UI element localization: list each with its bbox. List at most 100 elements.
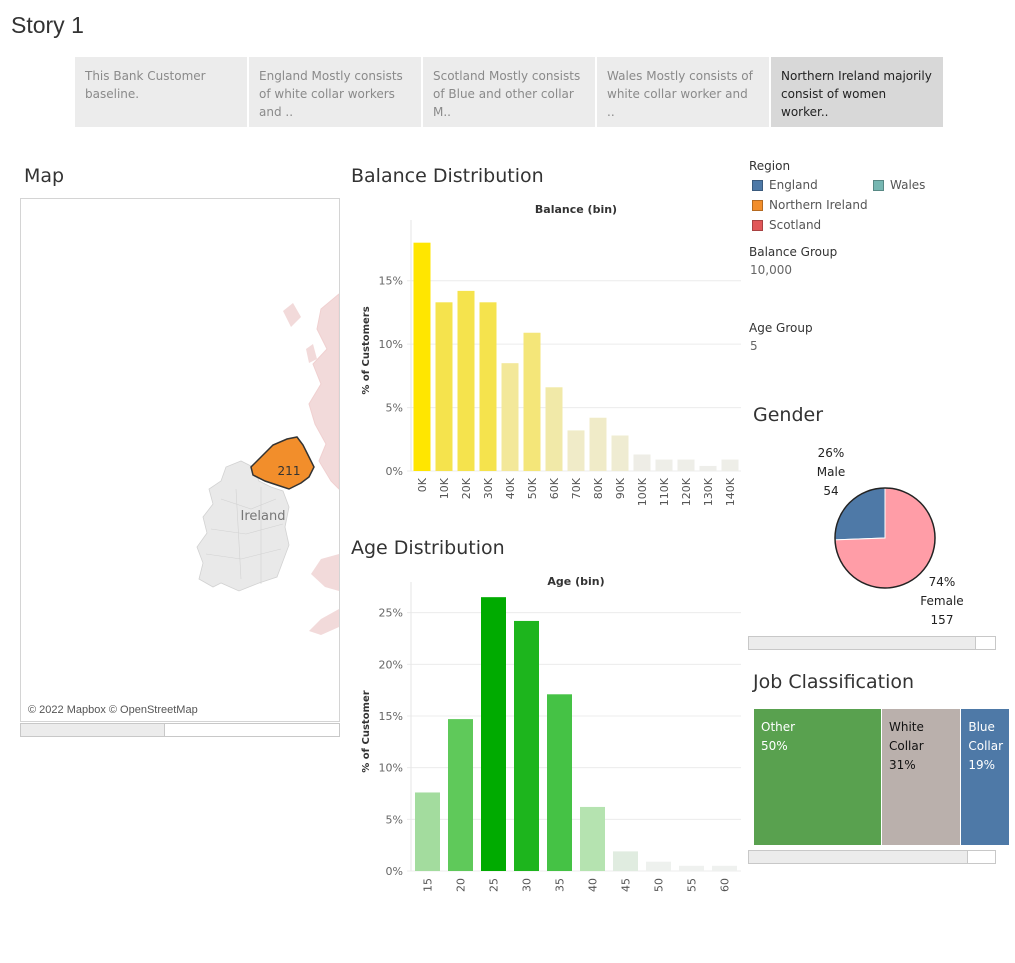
treemap-value: 31%: [889, 758, 916, 772]
x-tick-label: 60: [719, 878, 732, 892]
x-tick-label: 20K: [460, 477, 473, 499]
bar-10K[interactable]: [435, 302, 453, 471]
balance-group-label: Balance Group: [749, 245, 838, 259]
x-tick-label: 140K: [724, 477, 737, 506]
balance-distribution-chart: Balance (bin) % of Customers 0% 5% 10% 15% 0K 1…: [361, 203, 741, 506]
treemap-value: 50%: [761, 739, 788, 753]
y-tick-label: 10%: [379, 762, 403, 775]
y-axis-label: % of Customer: [361, 690, 372, 772]
age-distribution-title: Age Distribution: [351, 537, 505, 559]
gender-scrollbar-thumb[interactable]: [749, 637, 976, 649]
male-label: Male: [816, 465, 846, 479]
legend-swatch: [752, 179, 763, 191]
legend-item-england[interactable]: England: [752, 178, 818, 192]
treemap-label: Other: [761, 720, 796, 734]
map-view[interactable]: 211 Ireland © 2022 Mapbox © OpenStreetMa…: [20, 198, 340, 722]
northern-ireland-value-label: 211: [278, 464, 301, 478]
northern-ireland-region[interactable]: [250, 436, 315, 490]
ireland-map-label: Ireland: [241, 509, 286, 524]
bar-100K[interactable]: [633, 454, 651, 471]
bar-90K[interactable]: [611, 435, 629, 471]
story-tab-5[interactable]: Northern Ireland majorily consist of wom…: [771, 57, 943, 127]
age-group-label: Age Group: [749, 321, 813, 335]
treemap-cell-blue-collar[interactable]: Blue Collar 19%: [961, 709, 1009, 845]
x-tick-label: 10K: [438, 477, 451, 499]
age-distribution-chart: Age (bin) % of Customer 0% 5% 10% 15% 20% 25% 15…: [361, 575, 741, 892]
bar-55[interactable]: [679, 865, 704, 871]
legend-label: Wales: [890, 178, 926, 192]
y-tick-label: 5%: [386, 813, 403, 826]
x-tick-label: 0K: [416, 477, 429, 492]
bar-60K[interactable]: [545, 387, 563, 471]
y-tick-label: 0%: [386, 465, 403, 478]
story-tab-1[interactable]: This Bank Customer baseline.: [75, 57, 247, 127]
x-tick-label: 100K: [636, 477, 649, 506]
bar-35[interactable]: [547, 694, 572, 871]
bar-50[interactable]: [646, 861, 671, 871]
treemap-cell-white-collar[interactable]: White Collar 31%: [882, 709, 961, 845]
y-tick-label: 0%: [386, 865, 403, 878]
legend-item-scotland[interactable]: Scotland: [752, 218, 821, 232]
x-tick-label: 45: [620, 878, 633, 892]
bar-25[interactable]: [481, 597, 506, 871]
job-scrollbar[interactable]: [748, 850, 996, 864]
gender-title: Gender: [753, 404, 824, 426]
gender-scrollbar[interactable]: [748, 636, 996, 650]
bar-120K[interactable]: [677, 459, 695, 471]
region-legend-title: Region: [749, 159, 791, 173]
legend-item-northern-ireland[interactable]: Northern Ireland: [752, 198, 868, 212]
y-tick-label: 10%: [379, 338, 403, 351]
map-title: Map: [24, 165, 65, 187]
male-count: 54: [823, 484, 839, 498]
age-group-value[interactable]: 5: [750, 339, 758, 353]
female-label: Female: [920, 594, 964, 608]
bar-30[interactable]: [514, 620, 539, 871]
balance-group-value[interactable]: 10,000: [750, 263, 792, 277]
story-tab-3[interactable]: Scotland Mostly consists of Blue and oth…: [423, 57, 595, 127]
x-tick-label: 50K: [526, 477, 539, 499]
job-scrollbar-thumb[interactable]: [749, 851, 968, 863]
x-tick-label: 50: [653, 878, 666, 892]
x-tick-label: 90K: [614, 477, 627, 499]
map-scrollbar-thumb[interactable]: [21, 724, 165, 736]
bar-0K[interactable]: [413, 242, 431, 471]
x-tick-label: 120K: [680, 477, 693, 506]
x-tick-label: 130K: [702, 477, 715, 506]
bar-20[interactable]: [448, 719, 473, 871]
x-tick-label: 15: [422, 878, 435, 892]
bar-60[interactable]: [712, 865, 737, 871]
story-tab-4[interactable]: Wales Mostly consists of white collar wo…: [597, 57, 769, 127]
wales-landmass: [311, 554, 339, 591]
treemap-cell-other[interactable]: Other 50%: [754, 709, 881, 845]
legend-item-wales[interactable]: Wales: [873, 178, 925, 192]
map-scrollbar[interactable]: [20, 723, 340, 737]
bar-140K[interactable]: [721, 459, 739, 471]
x-tick-label: 40: [587, 878, 600, 892]
bar-40[interactable]: [580, 806, 605, 871]
x-tick-label: 70K: [570, 477, 583, 499]
x-tick-label: 80K: [592, 477, 605, 499]
bar-130K[interactable]: [699, 465, 717, 471]
treemap-value: 19%: [968, 758, 996, 772]
bar-30K[interactable]: [479, 302, 497, 471]
bar-110K[interactable]: [655, 459, 673, 471]
bar-50K[interactable]: [523, 332, 541, 471]
x-tick-label: 60K: [548, 477, 561, 499]
y-tick-label: 20%: [379, 658, 403, 671]
legend-swatch: [752, 199, 763, 211]
y-tick-label: 25%: [379, 607, 403, 620]
y-tick-label: 15%: [379, 710, 403, 723]
bar-70K[interactable]: [567, 430, 585, 471]
bar-80K[interactable]: [589, 417, 607, 471]
bar-40K[interactable]: [501, 363, 519, 471]
story-tab-2[interactable]: England Mostly consists of white collar …: [249, 57, 421, 127]
chart-header-title: Age (bin): [547, 575, 604, 588]
bar-20K[interactable]: [457, 290, 475, 471]
legend-swatch: [752, 219, 763, 231]
map-canvas[interactable]: 211 Ireland: [21, 199, 339, 721]
legend-label: Scotland: [769, 218, 822, 232]
y-tick-label: 5%: [386, 402, 403, 415]
bar-15[interactable]: [415, 792, 440, 871]
bar-45[interactable]: [613, 851, 638, 871]
scotland-islands: [283, 303, 317, 363]
